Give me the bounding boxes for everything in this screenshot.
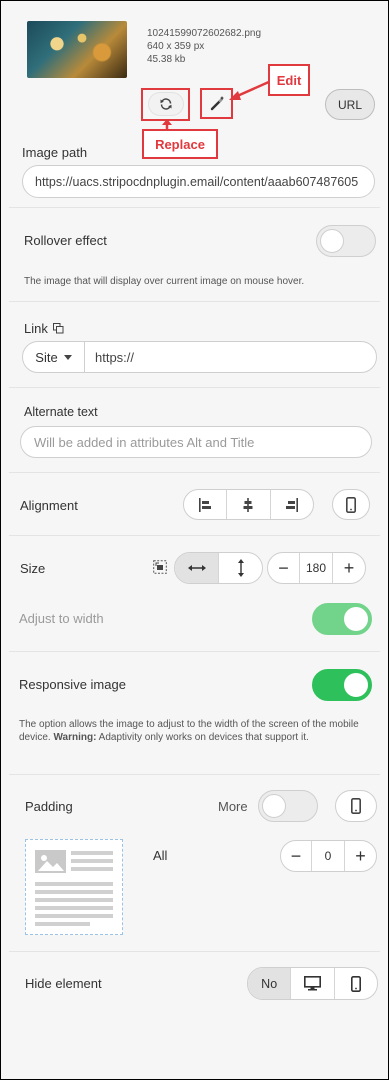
image-placeholder-icon — [35, 850, 66, 873]
rollover-label: Rollover effect — [24, 233, 107, 248]
divider — [9, 651, 380, 652]
size-value[interactable]: 180 — [300, 553, 333, 583]
desktop-icon — [303, 976, 321, 991]
magic-wand-icon — [210, 95, 224, 110]
image-settings-panel: 10241599072602682.png 640 x 359 px 45.38… — [0, 0, 389, 1080]
text-placeholder — [35, 882, 113, 926]
rollover-toggle[interactable] — [316, 225, 376, 257]
responsive-toggle[interactable] — [312, 669, 372, 701]
image-path-input[interactable]: https://uacs.stripocdnplugin.email/conte… — [22, 165, 375, 198]
size-label: Size — [20, 561, 46, 576]
alignment-mobile-button[interactable] — [332, 489, 370, 520]
adjust-width-toggle[interactable] — [312, 603, 372, 635]
url-button[interactable]: URL — [325, 89, 375, 120]
size-width-button[interactable] — [175, 553, 219, 583]
size-stepper: − 180 + — [267, 552, 366, 584]
divider — [9, 387, 380, 388]
copy-icon[interactable] — [52, 323, 64, 334]
divider — [9, 301, 380, 302]
padding-more-label: More — [218, 799, 248, 814]
replace-callout: Replace — [142, 129, 218, 159]
vertical-arrows-icon — [237, 559, 244, 577]
rollover-description: The image that will display over current… — [24, 276, 305, 287]
link-label: Link — [24, 321, 64, 336]
link-url-input[interactable]: https:// — [85, 342, 376, 372]
image-thumbnail[interactable] — [27, 21, 127, 78]
padding-stepper: − 0 + — [280, 840, 377, 872]
align-right-icon — [285, 497, 298, 512]
align-left-icon — [199, 497, 212, 512]
toggle-knob — [344, 607, 368, 631]
refresh-icon — [160, 98, 172, 110]
caret-down-icon — [63, 354, 72, 360]
padding-value[interactable]: 0 — [312, 841, 345, 871]
toggle-knob — [320, 229, 344, 253]
size-mode-group — [174, 552, 263, 584]
link-label-text: Link — [24, 321, 48, 336]
original-size-icon[interactable] — [153, 560, 167, 574]
responsive-desc-post: Adaptivity only works on devices that su… — [96, 732, 309, 743]
image-path-label: Image path — [22, 145, 88, 160]
alt-text-input[interactable]: Will be added in attributes Alt and Titl… — [20, 426, 372, 458]
file-info: 10241599072602682.png 640 x 359 px 45.38… — [147, 27, 261, 66]
divider — [9, 951, 380, 952]
edit-button[interactable] — [204, 91, 230, 116]
padding-more-toggle[interactable] — [258, 790, 318, 822]
edit-callout: Edit — [268, 64, 310, 96]
hide-element-label: Hide element — [25, 976, 102, 991]
divider — [9, 535, 380, 536]
toggle-knob — [262, 794, 286, 818]
divider — [9, 207, 380, 208]
link-type-select[interactable]: Site — [23, 342, 85, 372]
alignment-group — [183, 489, 314, 520]
responsive-desc-warning: Warning: — [53, 732, 97, 743]
align-center-icon — [243, 497, 253, 512]
horizontal-arrows-icon — [187, 565, 206, 571]
mobile-icon — [346, 496, 356, 513]
alignment-label: Alignment — [20, 498, 78, 513]
link-type-value: Site — [35, 349, 58, 365]
adjust-width-label: Adjust to width — [19, 611, 104, 626]
align-center-button[interactable] — [227, 490, 271, 519]
padding-label: Padding — [25, 799, 73, 814]
hide-desktop-button[interactable] — [291, 968, 335, 999]
url-button-label: URL — [337, 97, 362, 112]
file-name: 10241599072602682.png — [147, 28, 262, 39]
padding-decrement-button[interactable]: − — [281, 841, 312, 871]
replace-button[interactable] — [148, 92, 184, 116]
hide-mobile-button[interactable] — [335, 968, 377, 999]
responsive-description: The option allows the image to adjust to… — [19, 718, 371, 744]
mobile-icon — [350, 975, 361, 992]
link-url-group: Site https:// — [22, 341, 377, 373]
mobile-icon — [351, 798, 361, 814]
padding-preview — [25, 839, 123, 935]
text-placeholder — [71, 851, 113, 871]
size-increment-button[interactable]: + — [333, 553, 365, 583]
responsive-label: Responsive image — [19, 677, 126, 692]
hide-no-button[interactable]: No — [248, 968, 292, 999]
divider — [9, 774, 380, 775]
toggle-knob — [344, 673, 368, 697]
hide-no-label: No — [261, 976, 278, 991]
size-decrement-button[interactable]: − — [268, 553, 300, 583]
file-dimensions: 640 x 359 px — [147, 41, 205, 52]
padding-increment-button[interactable]: + — [345, 841, 376, 871]
divider — [9, 472, 380, 473]
align-right-button[interactable] — [271, 490, 313, 519]
size-height-button[interactable] — [219, 553, 262, 583]
padding-mobile-button[interactable] — [335, 790, 377, 822]
padding-all-label: All — [153, 848, 168, 863]
alt-text-label: Alternate text — [24, 405, 98, 419]
align-left-button[interactable] — [184, 490, 228, 519]
hide-element-group: No — [247, 967, 378, 1000]
file-size: 45.38 kb — [147, 54, 186, 65]
